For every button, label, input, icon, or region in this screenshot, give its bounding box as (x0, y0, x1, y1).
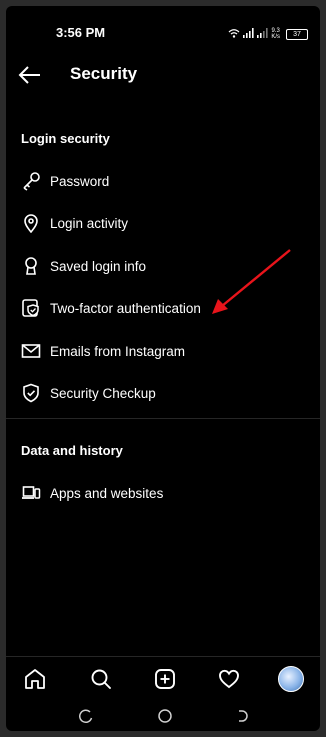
signal-icon-2 (257, 25, 268, 43)
menu-label-emails-from-instagram: Emails from Instagram (50, 343, 186, 359)
nav-home-button[interactable] (22, 666, 48, 692)
devices-icon (20, 482, 42, 504)
menu-item-security-checkup[interactable]: Security Checkup (6, 376, 320, 410)
arrow-left-icon (18, 66, 40, 84)
status-time: 3:56 PM (56, 25, 106, 40)
wifi-icon (228, 25, 240, 43)
location-pin-icon (20, 212, 42, 234)
system-nav-bar (6, 701, 320, 731)
shield-device-icon (20, 297, 42, 319)
shield-check-icon (20, 382, 42, 404)
bottom-nav-bar (6, 656, 320, 701)
system-back-button[interactable] (233, 706, 253, 726)
system-home-button[interactable] (155, 706, 175, 726)
menu-item-apps-and-websites[interactable]: Apps and websites (6, 476, 320, 510)
header: Security (6, 56, 320, 96)
section-divider (6, 418, 320, 419)
red-arrow-annotation (212, 249, 291, 314)
nav-profile-button[interactable] (278, 666, 304, 692)
search-icon (91, 669, 111, 689)
phone-screen: 3:56 PM 9.3 K/s 37 Security Login securi… (6, 6, 320, 731)
heart-icon (219, 669, 239, 689)
signal-icon (243, 25, 254, 43)
nav-search-button[interactable] (88, 666, 114, 692)
menu-item-password[interactable]: Password (6, 164, 320, 198)
menu-label-apps-and-websites: Apps and websites (50, 485, 164, 501)
menu-label-two-factor-authentication: Two-factor authentication (50, 300, 201, 316)
create-icon (155, 669, 175, 689)
profile-avatar (278, 666, 304, 692)
menu-label-login-activity: Login activity (50, 215, 129, 231)
menu-item-emails-from-instagram[interactable]: Emails from Instagram (6, 334, 320, 368)
status-bar: 3:56 PM 9.3 K/s 37 (6, 6, 320, 46)
menu-label-saved-login-info: Saved login info (50, 258, 147, 274)
back-icon (239, 710, 248, 722)
page-title: Security (70, 64, 138, 83)
recents-button[interactable] (76, 706, 96, 726)
envelope-icon (20, 340, 42, 362)
menu-label-security-checkup: Security Checkup (50, 385, 156, 401)
status-icons: 9.3 K/s 37 (228, 25, 308, 43)
home-circle-icon (158, 709, 172, 723)
back-button[interactable] (17, 64, 43, 86)
network-speed-unit: K/s (271, 34, 280, 40)
keyhole-icon (20, 255, 42, 277)
section-title-data-and-history: Data and history (21, 443, 123, 458)
menu-label-password: Password (50, 173, 110, 189)
key-icon (20, 170, 42, 192)
nav-create-button[interactable] (152, 666, 178, 692)
nav-activity-button[interactable] (216, 666, 242, 692)
battery-indicator: 37 (286, 28, 308, 40)
home-icon (25, 669, 45, 689)
section-title-login-security: Login security (21, 131, 110, 146)
recents-icon (79, 709, 93, 723)
menu-item-login-activity[interactable]: Login activity (6, 206, 320, 240)
network-speed: 9.3 K/s (271, 28, 280, 40)
